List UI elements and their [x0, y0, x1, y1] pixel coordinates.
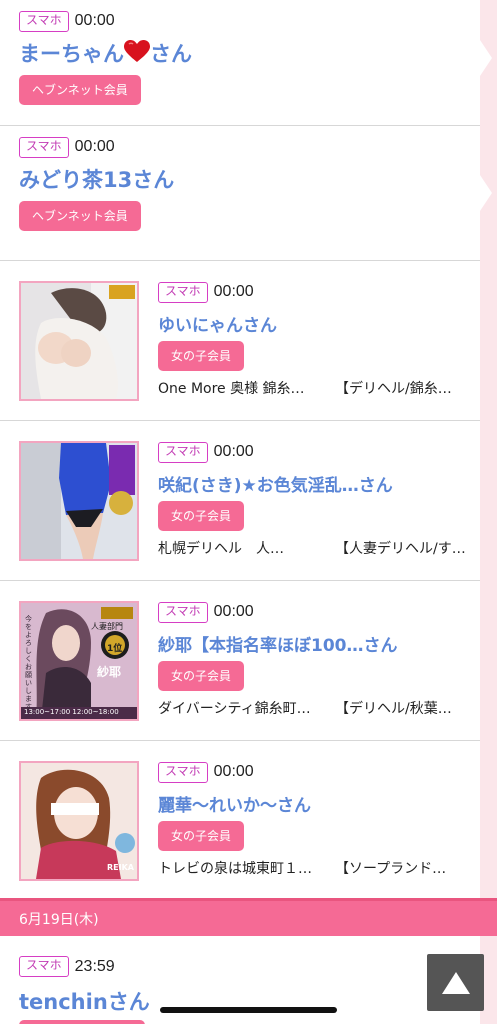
shop-info[interactable]: One More 奥様 錦糸… 【デリヘル/錦糸… [158, 378, 473, 398]
shop-genre: 【デリヘル/錦糸… [335, 381, 452, 397]
thumb-place-text: 1位 [107, 644, 123, 654]
shop-name: トレビの泉は城東町１番… [158, 861, 321, 877]
list-item[interactable]: 人妻部門 1位 紗耶 今をよろしくお願いします 13:00~17:00 12:0… [0, 581, 480, 741]
rail-notch [480, 175, 492, 211]
member-type: 女の子会員 [158, 341, 245, 371]
device-badge: スマホ [158, 281, 208, 303]
rail-notch [480, 40, 492, 76]
shop-genre: 【デリヘル/秋葉… [335, 701, 452, 717]
item-header: スマホ 23:59 [19, 956, 115, 977]
shop-info[interactable]: トレビの泉は城東町１番… 【ソープランド… [158, 858, 473, 878]
device-badge: スマホ [158, 441, 208, 463]
home-indicator [160, 1007, 337, 1013]
access-time: 00:00 [213, 443, 254, 460]
user-name[interactable]: 麗華〜れいか〜さん [158, 791, 311, 816]
girl-thumbnail[interactable] [19, 441, 139, 561]
list-item[interactable]: REIKA スマホ 00:00 麗華〜れいか〜さん 女の子会員 トレビの泉は城東… [0, 741, 480, 901]
list-item[interactable]: スマホ 00:00 ゆいにゃんさん 女の子会員 One More 奥様 錦糸… … [0, 261, 480, 421]
thumb-rank-text: 人妻部門 [91, 622, 123, 631]
member-type: 女の子会員 [158, 821, 245, 851]
right-rail [480, 0, 497, 1024]
access-time: 00:00 [213, 603, 254, 620]
user-name[interactable]: みどり茶13さん [19, 164, 174, 194]
thumb-hours: 13:00~17:00 12:00~18:00 [24, 708, 119, 716]
user-name[interactable]: ゆいにゃんさん [158, 311, 277, 336]
shop-name: 札幌デリヘル 人… [158, 541, 284, 557]
device-badge: スマホ [158, 761, 208, 783]
access-list: スマホ 00:00 まーちゃん さん ヘブンネット会員 スマホ 00:00 みどり… [0, 0, 480, 901]
scroll-top-button[interactable] [427, 954, 484, 1011]
device-badge: スマホ [158, 601, 208, 623]
heart-icon [124, 40, 150, 64]
device-badge: スマホ [19, 136, 69, 158]
shop-name: ダイバーシティ錦糸町蘭… [158, 701, 321, 717]
item-header: スマホ 00:00 [19, 9, 115, 33]
item-header: スマホ 00:00 [158, 440, 254, 464]
item-header: スマホ 00:00 [158, 600, 254, 624]
thumb-girl-name: REIKA [107, 863, 134, 872]
access-time: 00:00 [213, 283, 254, 300]
user-name[interactable]: tenchinさん [19, 986, 150, 1016]
list-item[interactable]: スマホ 00:00 みどり茶13さん ヘブンネット会員 [0, 126, 480, 261]
member-type: 女の子会員 [158, 501, 245, 531]
member-type [19, 1020, 145, 1024]
shop-name: One More 奥様 錦糸… [158, 381, 305, 397]
access-time: 00:00 [213, 763, 254, 780]
access-time: 00:00 [74, 12, 115, 29]
thumb-tagline: 今をよろしくお願いします [25, 615, 32, 711]
girl-thumbnail[interactable]: REIKA [19, 761, 139, 881]
date-header: 6月19日(木) [0, 898, 497, 936]
item-header: スマホ 00:00 [158, 760, 254, 784]
member-type: ヘブンネット会員 [19, 201, 141, 231]
shop-genre: 【ソープランド… [335, 861, 447, 877]
member-type: 女の子会員 [158, 661, 245, 691]
access-time: 00:00 [74, 138, 115, 155]
list-item[interactable]: スマホ 00:00 咲紀(さき)★お色気淫乱…さん 女の子会員 札幌デリヘル 人… [0, 421, 480, 581]
user-name-suffix: さん [150, 42, 192, 66]
device-badge: スマホ [19, 956, 69, 977]
girl-thumbnail[interactable]: 人妻部門 1位 紗耶 今をよろしくお願いします 13:00~17:00 12:0… [19, 601, 139, 721]
girl-thumbnail[interactable] [19, 281, 139, 401]
member-type: ヘブンネット会員 [19, 75, 141, 105]
shop-info[interactable]: ダイバーシティ錦糸町蘭… 【デリヘル/秋葉… [158, 698, 473, 718]
shop-info[interactable]: 札幌デリヘル 人… 【人妻デリヘル/すす… [158, 538, 473, 558]
item-header: スマホ 00:00 [158, 280, 254, 304]
list-item[interactable]: スマホ 00:00 まーちゃん さん ヘブンネット会員 [0, 0, 480, 126]
user-name[interactable]: 咲紀(さき)★お色気淫乱…さん [158, 471, 393, 496]
thumb-girl-name: 紗耶 [97, 665, 122, 679]
item-header: スマホ 00:00 [19, 135, 115, 159]
user-name-text: まーちゃん [19, 42, 124, 66]
shop-genre: 【人妻デリヘル/すす… [335, 541, 473, 557]
access-time: 23:59 [74, 957, 115, 975]
user-name[interactable]: まーちゃん さん [19, 38, 192, 68]
arrow-up-icon [441, 971, 470, 994]
device-badge: スマホ [19, 10, 69, 32]
user-name[interactable]: 紗耶【本指名率ほぼ100…さん [158, 631, 398, 656]
